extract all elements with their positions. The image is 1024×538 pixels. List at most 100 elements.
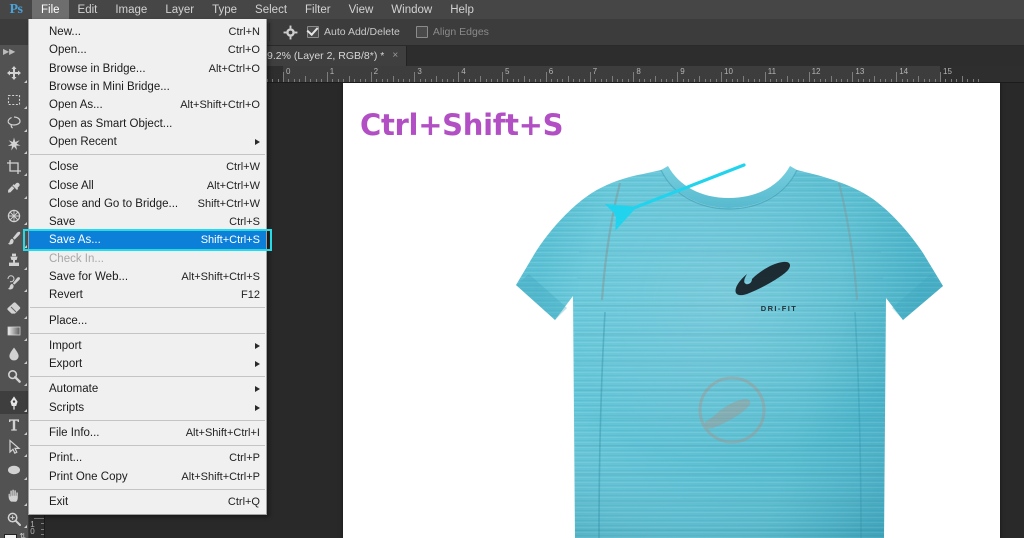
menu-bar: Ps File Edit Image Layer Type Select Filter Vie… [0,0,1024,19]
menubar-item-edit[interactable]: Edit [69,0,107,19]
spot-healing-brush-tool[interactable] [0,204,28,226]
zoom-tool[interactable] [0,507,28,529]
menu-item-shortcut: Shift+Ctrl+S [200,234,260,247]
menu-item-label: Save [49,216,76,229]
tool-more-icon [23,454,27,458]
tool-more-icon [23,128,27,132]
menu-item-open-as-smart-object[interactable]: Open as Smart Object... [29,114,266,132]
menu-item-browse-in-mini-bridge[interactable]: Browse in Mini Bridge... [29,78,266,96]
dodge-tool[interactable] [0,365,28,387]
menu-item-label: Open Recent [49,135,117,148]
menu-item-print[interactable]: Print... Ctrl+P [29,449,266,467]
close-icon[interactable]: × [392,51,398,61]
tool-more-icon [23,315,27,319]
annotation-arrow-icon [604,163,746,231]
menu-item-file-info[interactable]: File Info... Alt+Shift+Ctrl+I [29,424,266,442]
menu-item-save[interactable]: Save Ctrl+S [29,213,266,231]
tool-more-icon [23,151,27,155]
menubar-item-file[interactable]: File [32,0,69,19]
brush-tool[interactable] [0,227,28,249]
hand-tool[interactable] [0,485,28,507]
ellipse-tool[interactable] [0,459,28,481]
menu-item-label: Open as Smart Object... [49,117,173,130]
menubar-item-layer[interactable]: Layer [156,0,203,19]
menu-item-new[interactable]: New... Ctrl+N [29,23,266,41]
menu-item-shortcut: Alt+Ctrl+W [206,179,260,192]
menu-item-open[interactable]: Open... Ctrl+O [29,41,266,59]
eraser-tool[interactable] [0,298,28,320]
menu-item-open-as[interactable]: Open As... Alt+Shift+Ctrl+O [29,96,266,114]
menubar-item-window[interactable]: Window [382,0,441,19]
menu-item-open-recent[interactable]: Open Recent [29,133,266,151]
align-edges-checkbox[interactable]: Align Edges [415,26,489,38]
tool-more-icon [23,267,27,271]
tool-more-icon [23,382,27,386]
menubar-item-help[interactable]: Help [441,0,483,19]
lasso-tool[interactable] [0,111,28,133]
path-selection-tool[interactable] [0,436,28,458]
menu-item-export[interactable]: Export [29,355,266,373]
clone-stamp-tool[interactable] [0,249,28,271]
reset-colors-icon[interactable]: ⇅ [19,532,26,538]
menu-item-label: Close All [49,179,94,192]
menu-item-save-for-web[interactable]: Save for Web... Alt+Shift+Ctrl+S [29,268,266,286]
checkbox-box[interactable] [415,26,428,38]
menu-item-shortcut: Ctrl+S [229,216,260,229]
crop-tool[interactable] [0,156,28,178]
quick-selection-tool[interactable] [0,133,28,155]
menu-item-place[interactable]: Place... [29,311,266,329]
tool-more-icon [23,525,27,529]
menu-item-label: Open As... [49,99,103,112]
pen-tool[interactable] [0,391,28,414]
menubar-item-image[interactable]: Image [106,0,156,19]
menu-separator [30,488,265,490]
menu-item-scripts[interactable]: Scripts [29,399,266,417]
gradient-tool[interactable] [0,320,28,342]
menubar-item-filter[interactable]: Filter [296,0,340,19]
chevron-right-icon [255,138,260,145]
history-brush-tool[interactable] [0,272,28,294]
menu-item-import[interactable]: Import [29,337,266,355]
collapse-panel-icon[interactable]: ▶▶ [0,45,28,58]
chevron-right-icon [255,404,260,411]
eyedropper-tool[interactable] [0,178,28,200]
color-swatches[interactable]: ⇅ [0,530,28,538]
menu-separator [30,332,265,334]
move-tool[interactable] [0,62,28,84]
menu-item-close-all[interactable]: Close All Alt+Ctrl+W [29,176,266,194]
tool-more-icon [23,360,27,364]
menu-item-shortcut: Alt+Shift+Ctrl+P [181,470,260,483]
menu-item-exit[interactable]: Exit Ctrl+Q [29,493,266,511]
menubar-item-view[interactable]: View [340,0,383,19]
gear-icon[interactable] [279,22,301,42]
align-edges-label: Align Edges [432,26,489,38]
chevron-right-icon [255,386,260,393]
menu-item-print-one-copy[interactable]: Print One Copy Alt+Shift+Ctrl+P [29,468,266,486]
menu-item-label: Exit [49,495,69,508]
file-menu-dropdown[interactable]: New... Ctrl+N Open... Ctrl+O Browse in Bridg… [23,19,272,516]
foreground-color-swatch[interactable] [4,533,17,538]
menubar-item-select[interactable]: Select [246,0,296,19]
blur-tool[interactable] [0,343,28,365]
menu-item-shortcut: Alt+Shift+Ctrl+S [181,271,260,283]
menu-item-label: Browse in Mini Bridge... [49,81,170,94]
menu-item-save-as[interactable]: Save As... Shift+Ctrl+S [29,231,266,250]
menu-item-revert[interactable]: Revert F12 [29,286,266,304]
menubar-item-type[interactable]: Type [203,0,246,19]
menu-item-label: Save for Web... [49,271,129,283]
checkbox-box[interactable] [307,26,319,38]
menu-item-close-and-go-to-bridge[interactable]: Close and Go to Bridge... Shift+Ctrl+W [29,195,266,213]
auto-add-delete-checkbox[interactable]: Auto Add/Delete [307,26,400,38]
document-image-nike-tshirt: DRI-FIT [343,82,1000,538]
menu-item-close[interactable]: Close Ctrl+W [29,158,266,176]
auto-add-delete-label: Auto Add/Delete [324,26,400,38]
menu-item-label: New... [49,26,81,39]
rectangular-marquee-tool[interactable] [0,88,28,110]
menu-item-browse-in-bridge[interactable]: Browse in Bridge... Alt+Ctrl+O [29,60,266,78]
artboard[interactable]: DRI-FIT Ctrl+Shift+S [343,82,1000,538]
menu-item-automate[interactable]: Automate [29,380,266,398]
photoshop-window: DRI-FIT Ctrl+Shift+S 0 1 2 3 4 5 6 7 8 9… [0,0,1024,538]
horizontal-type-tool[interactable] [0,414,28,436]
menu-separator [30,376,265,378]
menu-item-label: Browse in Bridge... [49,62,146,75]
